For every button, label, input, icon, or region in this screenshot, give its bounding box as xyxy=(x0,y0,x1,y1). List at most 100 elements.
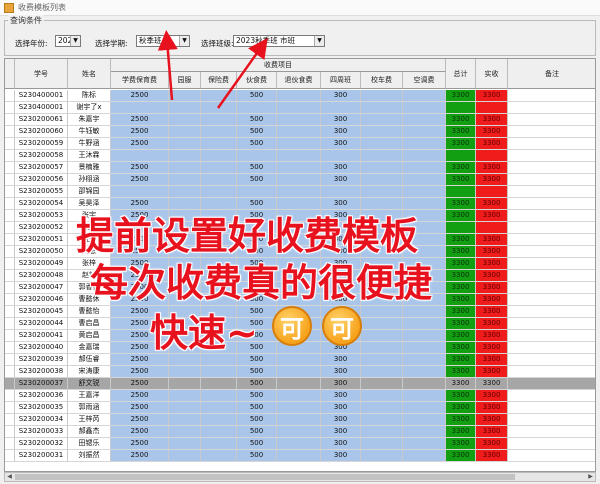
table-row[interactable]: S230200044 曹启昌 2500 500 300 3300 3300 xyxy=(5,318,595,330)
row-header-cell[interactable] xyxy=(5,342,15,354)
student-id-cell[interactable]: S230200031 xyxy=(15,450,68,462)
student-name-cell[interactable]: 石 xyxy=(68,234,111,246)
remark-cell[interactable] xyxy=(508,162,595,174)
fee-cell[interactable]: 2500 xyxy=(111,90,169,102)
fee-cell[interactable] xyxy=(169,102,201,114)
fee-cell[interactable] xyxy=(277,450,321,462)
student-id-cell[interactable]: S230200050 xyxy=(15,246,68,258)
table-row[interactable]: S230200046 曹懿休 2500 500 300 3300 3300 xyxy=(5,294,595,306)
fee-cell[interactable] xyxy=(361,318,403,330)
remark-cell[interactable] xyxy=(508,174,595,186)
table-row[interactable]: S230200031 刘振然 2500 500 300 3300 3300 xyxy=(5,450,595,462)
fee-cell[interactable]: 300 xyxy=(321,306,361,318)
fee-cell[interactable]: 2500 xyxy=(111,378,169,390)
column-header-remark[interactable]: 备注 xyxy=(508,59,595,89)
paid-cell[interactable] xyxy=(476,186,508,198)
fee-cell[interactable] xyxy=(361,270,403,282)
fee-cell[interactable]: 300 xyxy=(321,246,361,258)
student-name-cell[interactable]: 牛钰敏 xyxy=(68,126,111,138)
fee-cell[interactable] xyxy=(201,234,237,246)
fee-cell[interactable] xyxy=(169,270,201,282)
fee-cell[interactable] xyxy=(361,162,403,174)
fee-cell[interactable] xyxy=(169,378,201,390)
paid-cell[interactable] xyxy=(476,222,508,234)
fee-cell[interactable] xyxy=(361,150,403,162)
table-row[interactable]: S230200059 牛野涵 2500 500 300 3300 3300 xyxy=(5,138,595,150)
fee-cell[interactable]: 500 xyxy=(237,246,277,258)
fee-cell[interactable] xyxy=(201,102,237,114)
fee-cell[interactable] xyxy=(277,270,321,282)
student-name-cell[interactable]: 景楠雅 xyxy=(68,162,111,174)
student-id-cell[interactable]: S230200060 xyxy=(15,126,68,138)
column-header-fee-2[interactable]: 保险费 xyxy=(201,72,237,89)
paid-cell[interactable]: 3300 xyxy=(476,306,508,318)
fee-cell[interactable] xyxy=(361,186,403,198)
remark-cell[interactable] xyxy=(508,366,595,378)
total-cell[interactable] xyxy=(446,150,476,162)
fee-cell[interactable]: 500 xyxy=(237,198,277,210)
fee-cell[interactable] xyxy=(361,102,403,114)
row-header-cell[interactable] xyxy=(5,222,15,234)
fee-cell[interactable]: 300 xyxy=(321,234,361,246)
fee-cell[interactable] xyxy=(361,246,403,258)
table-row[interactable]: S230200050 刘思 2500 500 300 3300 3300 xyxy=(5,246,595,258)
fee-cell[interactable] xyxy=(321,102,361,114)
table-row[interactable]: S230200054 吴昊泽 2500 500 300 3300 3300 xyxy=(5,198,595,210)
student-id-cell[interactable]: S230200055 xyxy=(15,186,68,198)
fee-cell[interactable] xyxy=(403,186,446,198)
row-header-cell[interactable] xyxy=(5,270,15,282)
remark-cell[interactable] xyxy=(508,90,595,102)
fee-cell[interactable] xyxy=(169,426,201,438)
fee-cell[interactable] xyxy=(277,282,321,294)
total-cell[interactable]: 3300 xyxy=(446,330,476,342)
row-header-cell[interactable] xyxy=(5,366,15,378)
fee-cell[interactable]: 2500 xyxy=(111,342,169,354)
fee-cell[interactable]: 2500 xyxy=(111,162,169,174)
fee-cell[interactable]: 300 xyxy=(321,318,361,330)
table-row[interactable]: S230200051 石 2500 500 300 3300 3300 xyxy=(5,234,595,246)
remark-cell[interactable] xyxy=(508,186,595,198)
fee-cell[interactable] xyxy=(277,378,321,390)
fee-cell[interactable] xyxy=(169,318,201,330)
table-row[interactable]: S230200037 舒文锐 2500 500 300 3300 3300 xyxy=(5,378,595,390)
fee-cell[interactable] xyxy=(169,246,201,258)
fee-cell[interactable] xyxy=(277,414,321,426)
paid-cell[interactable]: 3300 xyxy=(476,258,508,270)
remark-cell[interactable] xyxy=(508,114,595,126)
fee-cell[interactable]: 500 xyxy=(237,426,277,438)
student-id-cell[interactable]: S230200044 xyxy=(15,318,68,330)
fee-cell[interactable]: 2500 xyxy=(111,234,169,246)
total-cell[interactable]: 3300 xyxy=(446,174,476,186)
paid-cell[interactable]: 3300 xyxy=(476,426,508,438)
fee-cell[interactable]: 300 xyxy=(321,330,361,342)
remark-cell[interactable] xyxy=(508,318,595,330)
fee-cell[interactable]: 2500 xyxy=(111,450,169,462)
fee-cell[interactable]: 2500 xyxy=(111,174,169,186)
student-id-cell[interactable]: S230200054 xyxy=(15,198,68,210)
row-header-cell[interactable] xyxy=(5,114,15,126)
row-header-cell[interactable] xyxy=(5,282,15,294)
fee-cell[interactable] xyxy=(169,114,201,126)
fee-cell[interactable] xyxy=(201,150,237,162)
column-header-name[interactable]: 姓名 xyxy=(68,59,111,89)
fee-cell[interactable] xyxy=(169,162,201,174)
paid-cell[interactable]: 3300 xyxy=(476,162,508,174)
scrollbar-thumb[interactable] xyxy=(15,474,515,480)
fee-cell[interactable]: 2500 xyxy=(111,246,169,258)
fee-cell[interactable] xyxy=(169,330,201,342)
student-id-cell[interactable]: S230200056 xyxy=(15,174,68,186)
fee-cell[interactable]: 500 xyxy=(237,450,277,462)
paid-cell[interactable]: 3300 xyxy=(476,438,508,450)
fee-cell[interactable] xyxy=(169,366,201,378)
remark-cell[interactable] xyxy=(508,126,595,138)
row-header-cell[interactable] xyxy=(5,294,15,306)
row-header-cell[interactable] xyxy=(5,186,15,198)
fee-cell[interactable] xyxy=(201,90,237,102)
fee-cell[interactable]: 2500 xyxy=(111,198,169,210)
student-name-cell[interactable]: 朱嘉宇 xyxy=(68,114,111,126)
fee-cell[interactable] xyxy=(169,126,201,138)
fee-cell[interactable] xyxy=(201,114,237,126)
fee-cell[interactable]: 2500 xyxy=(111,270,169,282)
total-cell[interactable]: 3300 xyxy=(446,366,476,378)
table-row[interactable]: S230200048 赵铭 2500 500 300 3300 3300 xyxy=(5,270,595,282)
